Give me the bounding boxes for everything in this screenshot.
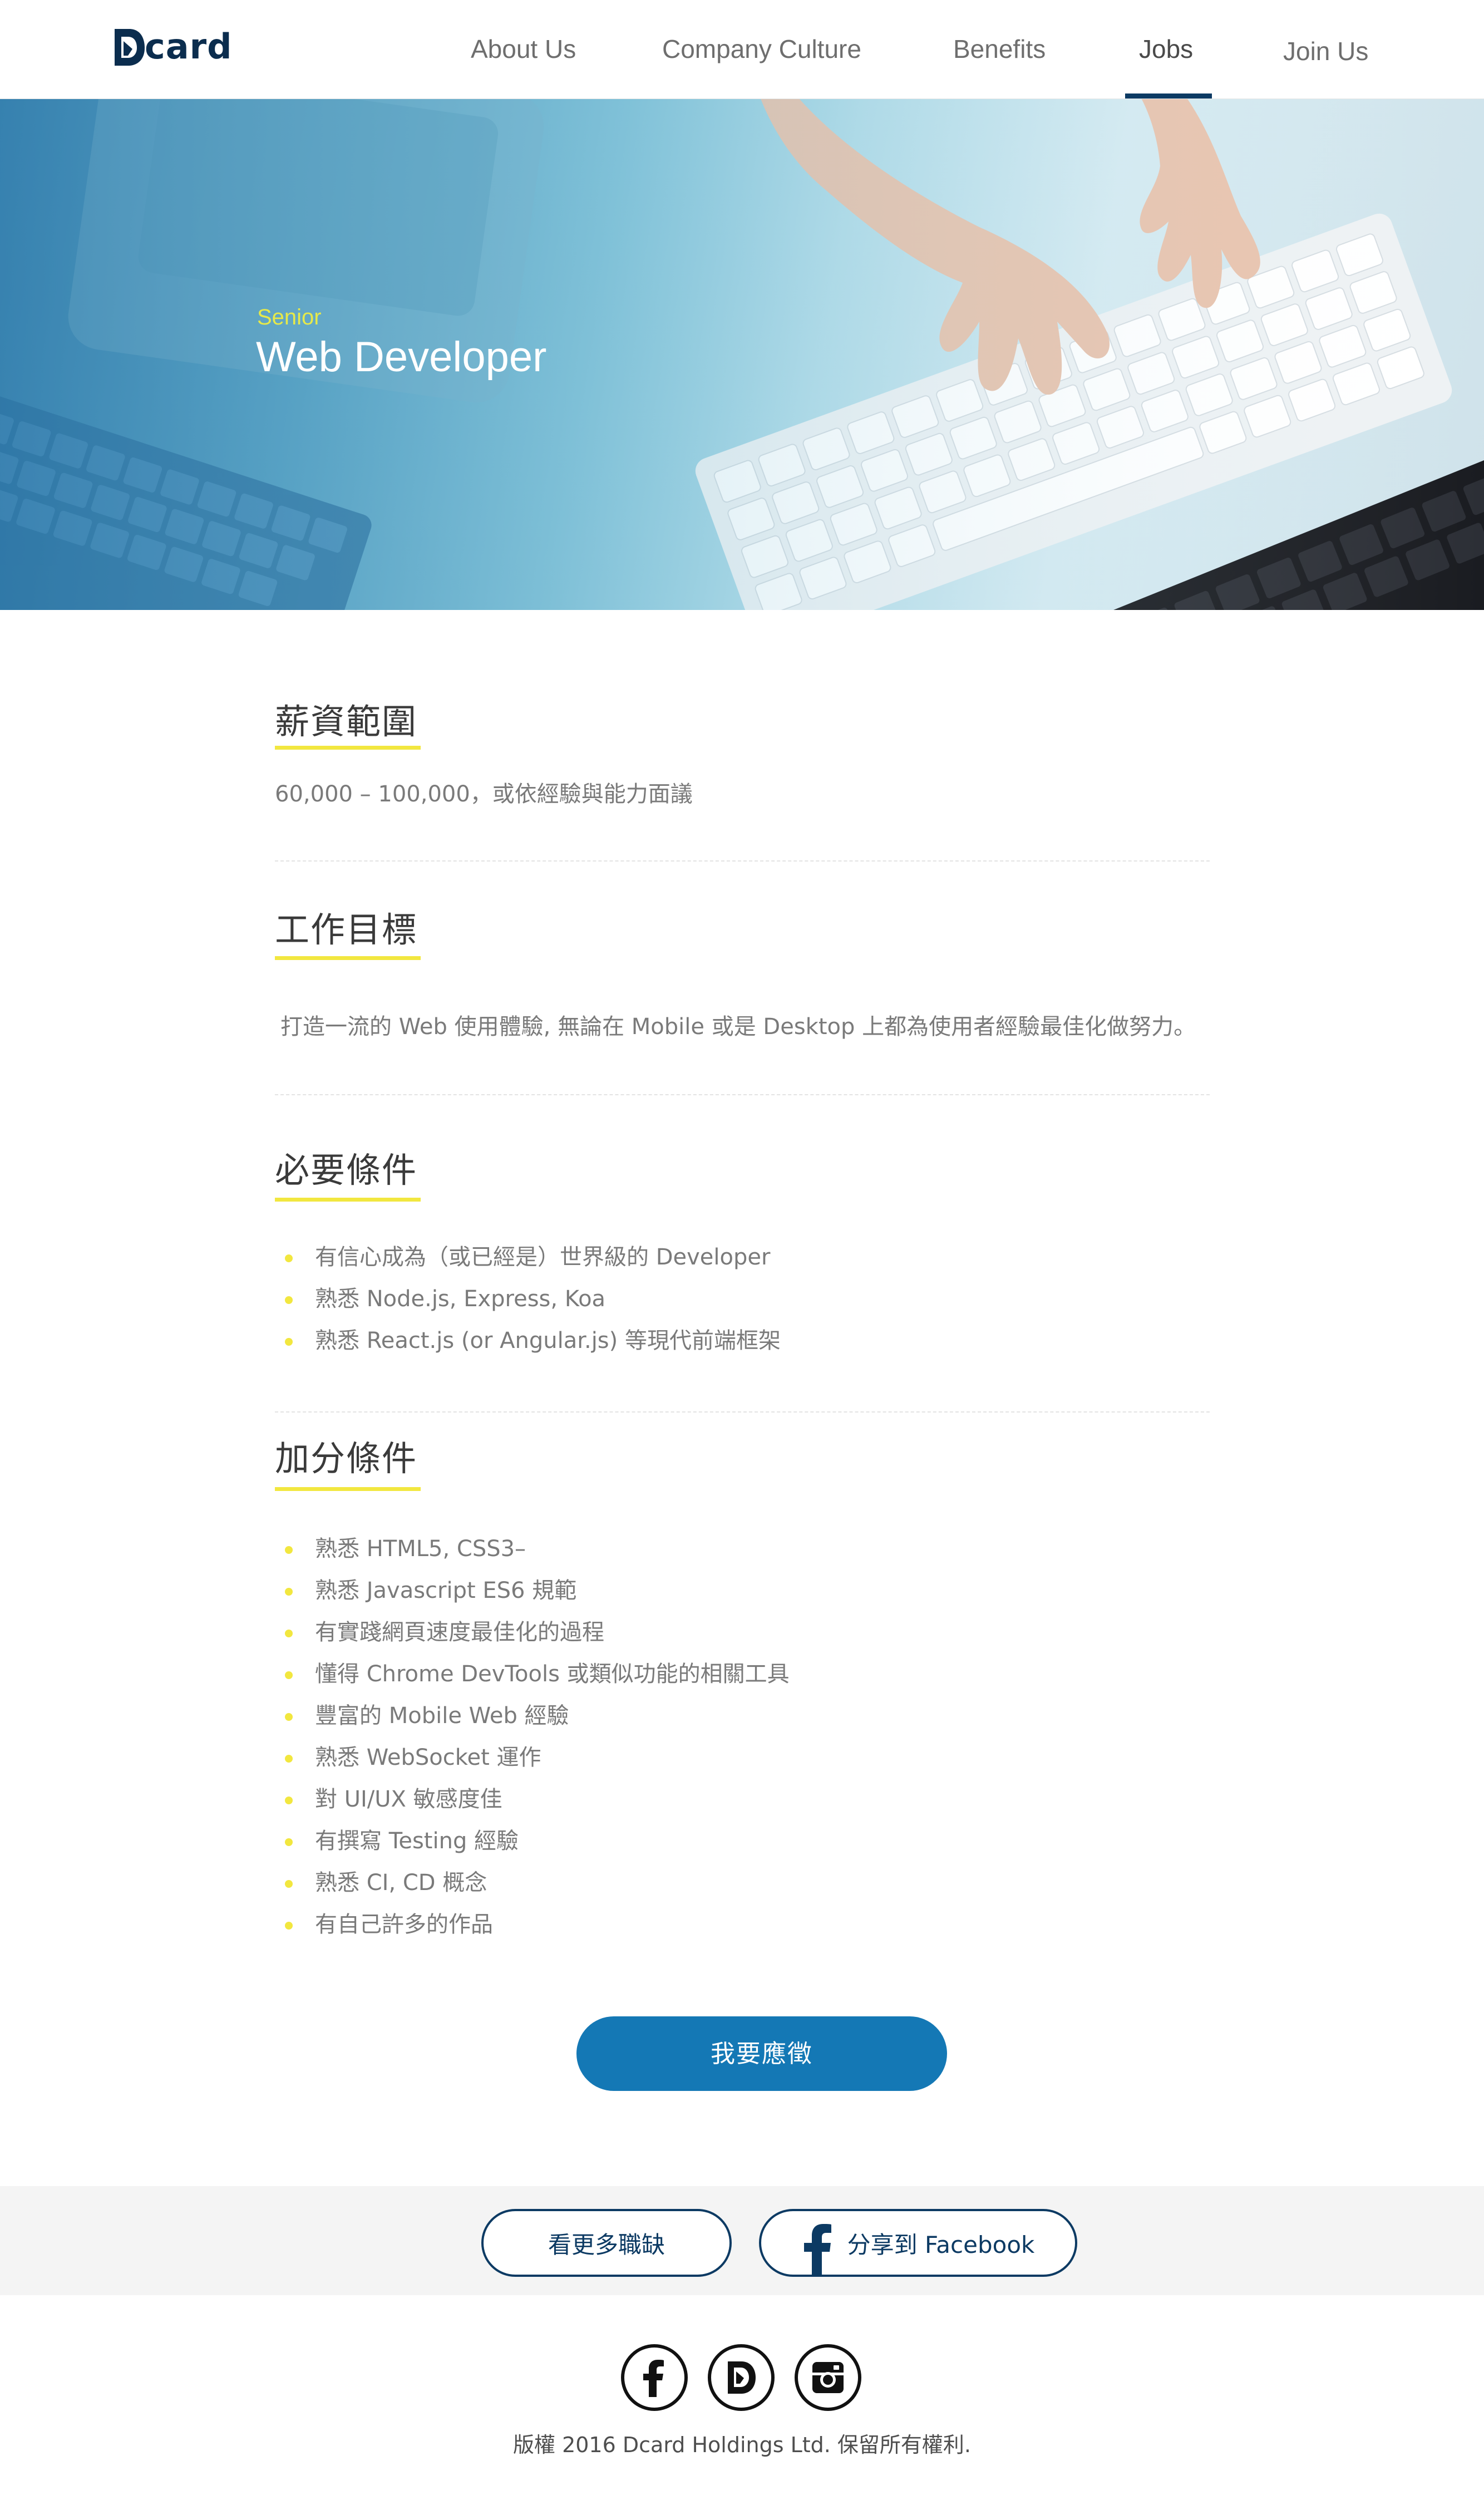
hero-banner: Senior Web Developer (0, 99, 1484, 610)
copyright-text: 版權 2016 Dcard Holdings Ltd. 保留所有權利. (512, 2433, 972, 2457)
required-item-text: 熟悉 Node.js, Express, Koa (315, 1286, 606, 1312)
required-item: 熟悉 React.js (or Angular.js) 等現代前端框架 (278, 1320, 781, 1362)
salary-heading-underline (275, 746, 421, 750)
bullet-dot (285, 1546, 293, 1554)
dcard-logo[interactable]: card (111, 20, 233, 73)
facebook-f-icon (802, 2221, 833, 2276)
nav-join-us[interactable]: Join Us (1283, 35, 1368, 68)
footer-action-band (0, 2186, 1484, 2295)
bonus-item: 熟悉 CI, CD 概念 (278, 1862, 790, 1904)
bonus-item: 有實踐網頁速度最佳化的過程 (278, 1612, 790, 1653)
bonus-item: 懂得 Chrome DevTools 或類似功能的相關工具 (278, 1653, 790, 1695)
dcard-icon[interactable] (708, 2344, 775, 2411)
required-item: 熟悉 Node.js, Express, Koa (278, 1278, 781, 1320)
bonus-list: 熟悉 HTML5, CSS3– 熟悉 Javascript ES6 規範 有實踐… (278, 1528, 790, 1946)
job-title: Web Developer (256, 333, 547, 381)
bonus-item-text: 懂得 Chrome DevTools 或類似功能的相關工具 (315, 1661, 790, 1687)
bonus-item-text: 有自己許多的作品 (315, 1912, 493, 1937)
section-divider (275, 1094, 1210, 1095)
bonus-item-text: 熟悉 WebSocket 運作 (315, 1745, 541, 1770)
goal-text: 打造一流的 Web 使用體驗, 無論在 Mobile 或是 Desktop 上都… (280, 1014, 1196, 1040)
goal-heading: 工作目標 (275, 909, 418, 950)
bonus-item: 熟悉 HTML5, CSS3– (278, 1528, 790, 1570)
required-heading: 必要條件 (275, 1150, 418, 1190)
bonus-item: 熟悉 WebSocket 運作 (278, 1737, 790, 1779)
active-nav-indicator (1125, 93, 1212, 99)
bonus-heading-underline (275, 1487, 421, 1491)
salary-heading: 薪資範圍 (275, 701, 418, 742)
bullet-dot (285, 1880, 293, 1888)
bullet-dot (285, 1630, 293, 1637)
bonus-item-text: 豐富的 Mobile Web 經驗 (315, 1703, 569, 1729)
bonus-item-text: 熟悉 HTML5, CSS3– (315, 1536, 526, 1562)
bullet-dot (285, 1338, 293, 1346)
required-item-text: 有信心成為（或已經是）世界級的 Developer (315, 1244, 771, 1270)
required-item: 有信心成為（或已經是）世界級的 Developer (278, 1237, 781, 1278)
share-facebook-label: 分享到 Facebook (847, 2231, 1035, 2258)
nav-benefits[interactable]: Benefits (953, 32, 1046, 66)
bullet-dot (285, 1922, 293, 1930)
bonus-item: 熟悉 Javascript ES6 規範 (278, 1570, 790, 1612)
salary-text: 60,000 – 100,000，或依經驗與能力面議 (275, 781, 693, 807)
bonus-item: 有自己許多的作品 (278, 1904, 790, 1946)
facebook-icon[interactable] (621, 2344, 688, 2411)
goal-heading-underline (275, 956, 421, 960)
bullet-dot (285, 1296, 293, 1304)
required-heading-underline (275, 1198, 421, 1202)
nav-about-us[interactable]: About Us (471, 32, 576, 66)
hero-desk-illustration (0, 99, 1484, 610)
bullet-dot (285, 1588, 293, 1596)
bonus-heading: 加分條件 (275, 1438, 418, 1479)
required-item-text: 熟悉 React.js (or Angular.js) 等現代前端框架 (315, 1328, 781, 1354)
nav-company-culture[interactable]: Company Culture (662, 32, 861, 66)
top-navbar: card About Us Company Culture Benefits J… (0, 0, 1484, 99)
share-facebook-button[interactable]: 分享到 Facebook (759, 2209, 1077, 2277)
bullet-dot (285, 1838, 293, 1846)
bonus-item-text: 對 UI/UX 敏感度佳 (315, 1787, 502, 1812)
bonus-item-text: 有實踐網頁速度最佳化的過程 (315, 1620, 604, 1645)
bonus-item-text: 有撰寫 Testing 經驗 (315, 1828, 519, 1854)
job-level-label: Senior (257, 305, 322, 329)
bullet-dot (285, 1254, 293, 1262)
logo-text: card (145, 26, 233, 67)
nav-jobs[interactable]: Jobs (1139, 32, 1193, 66)
section-divider (275, 1411, 1210, 1413)
bonus-item: 豐富的 Mobile Web 經驗 (278, 1695, 790, 1737)
bonus-item-text: 熟悉 Javascript ES6 規範 (315, 1578, 577, 1603)
apply-button[interactable]: 我要應徵 (576, 2016, 947, 2091)
required-list: 有信心成為（或已經是）世界級的 Developer 熟悉 Node.js, Ex… (278, 1237, 781, 1362)
more-jobs-button[interactable]: 看更多職缺 (481, 2209, 732, 2277)
bonus-item-text: 熟悉 CI, CD 概念 (315, 1870, 487, 1896)
bullet-dot (285, 1797, 293, 1804)
more-jobs-label: 看更多職缺 (548, 2231, 665, 2258)
bullet-dot (285, 1713, 293, 1721)
dcard-logo-mark (115, 29, 145, 66)
instagram-icon[interactable] (795, 2344, 861, 2411)
bonus-item: 對 UI/UX 敏感度佳 (278, 1779, 790, 1820)
bullet-dot (285, 1671, 293, 1679)
bonus-item: 有撰寫 Testing 經驗 (278, 1820, 790, 1862)
bullet-dot (285, 1755, 293, 1763)
section-divider (275, 860, 1210, 862)
